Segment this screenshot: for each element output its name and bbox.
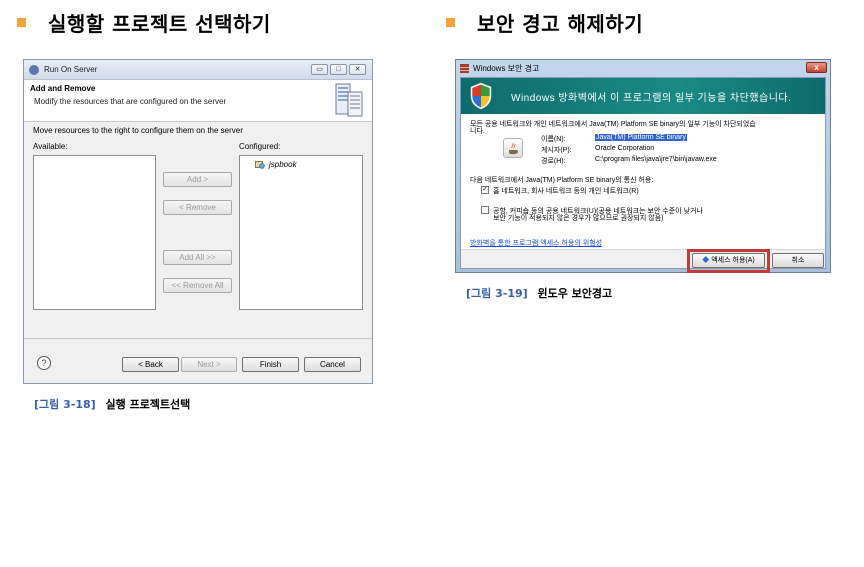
alert-banner-text: Windows 방화벽에서 이 프로그램의 일부 기능을 차단했습니다. [511,92,792,104]
dialog-titlebar: Run On Server ▭ □ ✕ [24,60,372,80]
run-on-server-dialog: Run On Server ▭ □ ✕ Add and Remove Modif… [23,59,373,384]
alert-titlebar: Windows 보안 경고 [456,60,830,76]
public-network-label-2: 보안 기능이 적용되지 않은 경우가 많으므로 권장되지 않음) [493,215,664,222]
intro-line-2: 니다. [470,128,485,135]
eclipse-app-icon [29,64,39,75]
uac-shield-icon: ◆ [702,257,710,264]
add-all-button[interactable]: Add All >> [163,250,232,265]
alert-content: Windows 방화벽에서 이 프로그램의 일부 기능을 차단했습니다. 모든 … [460,77,826,273]
bullet-square [17,18,26,27]
shield-icon [470,82,492,110]
left-caption-number: [그림 3-18] [34,398,96,411]
configured-item-label: jspbook [269,160,297,169]
close-icon[interactable]: x [806,62,827,73]
right-caption-text: 윈도우 보안경고 [537,287,613,300]
name-label: 이름(N): [541,136,566,143]
dialog-header: Add and Remove Modify the resources that… [24,80,372,122]
header-description: Modify the resources that are configured… [34,97,227,106]
right-section-heading: 보안 경고 해제하기 [446,8,643,37]
windows-security-alert: Windows 보안 경고 x Windows 방화벽에서 이 프로그램의 일부… [455,59,831,273]
name-value: Java(TM) Platform SE binary [595,134,687,141]
name-value-text: Java(TM) Platform SE binary [595,134,687,141]
available-label: Available: [33,142,68,151]
minimize-icon[interactable]: ▭ [311,64,328,75]
allow-access-button[interactable]: ◆ 액세스 허용(A) [692,253,765,268]
configured-label: Configured: [239,142,281,151]
private-network-label: 홈 네트워크, 회사 네트워크 등의 개인 네트워크(R) [493,188,639,195]
right-section-title: 보안 경고 해제하기 [477,12,644,36]
instruction-text: Move resources to the right to configure… [33,126,243,135]
header-title: Add and Remove [30,84,96,93]
add-button[interactable]: Add > [163,172,232,187]
web-project-icon [255,161,265,169]
cancel-button[interactable]: Cancel [304,357,361,372]
list-item[interactable]: jspbook [255,160,297,169]
alert-cancel-button[interactable]: 취소 [772,253,824,268]
right-figure-caption: [그림 3-19] 윈도우 보안경고 [466,285,612,301]
intro-line-1: 모든 공용 네트워크와 개인 네트워크에서 Java(TM) Platform … [470,121,756,128]
alert-banner: Windows 방화벽에서 이 프로그램의 일부 기능을 차단했습니다. [461,78,825,114]
private-network-checkbox[interactable]: ✓ [481,186,489,194]
left-figure-caption: [그림 3-18] 실행 프로젝트선택 [34,396,190,412]
bullet-square [446,18,455,27]
path-label: 경로(H): [541,158,566,165]
remove-button[interactable]: < Remove [163,200,232,215]
alert-window-title: Windows 보안 경고 [473,63,540,73]
java-program-icon [503,138,523,158]
finish-button[interactable]: Finish [242,357,299,372]
risk-info-link[interactable]: 방화벽을 통한 프로그램 액세스 허용의 위험성 [470,238,602,248]
left-section-title: 실행할 프로젝트 선택하기 [48,12,271,36]
publisher-label: 게시자(P): [541,147,572,154]
footer-divider [24,338,372,339]
publisher-value: Oracle Corporation [595,145,655,152]
back-button[interactable]: < Back [122,357,179,372]
path-value: C:\program files\java\jre7\bin\javaw.exe [595,156,717,163]
maximize-icon[interactable]: □ [330,64,347,75]
left-section-heading: 실행할 프로젝트 선택하기 [17,8,271,37]
alert-footer [461,249,825,268]
remove-all-button[interactable]: << Remove All [163,278,232,293]
available-list[interactable] [33,155,156,310]
close-icon[interactable]: ✕ [349,64,366,75]
configured-list[interactable]: jspbook [239,155,363,310]
allow-prompt: 다음 네트워크에서 Java(TM) Platform SE binary의 통… [470,177,654,184]
left-caption-text: 실행 프로젝트선택 [105,398,191,411]
dialog-window-title: Run On Server [44,65,98,74]
allow-access-label: 액세스 허용(A) [711,257,755,264]
right-caption-number: [그림 3-19] [466,287,528,300]
server-illustration-icon [335,83,363,117]
public-network-checkbox[interactable] [481,206,489,214]
firewall-app-icon [460,63,469,73]
help-icon[interactable]: ? [37,356,51,370]
next-button[interactable]: Next > [181,357,237,372]
window-controls: ▭ □ ✕ [311,64,366,75]
